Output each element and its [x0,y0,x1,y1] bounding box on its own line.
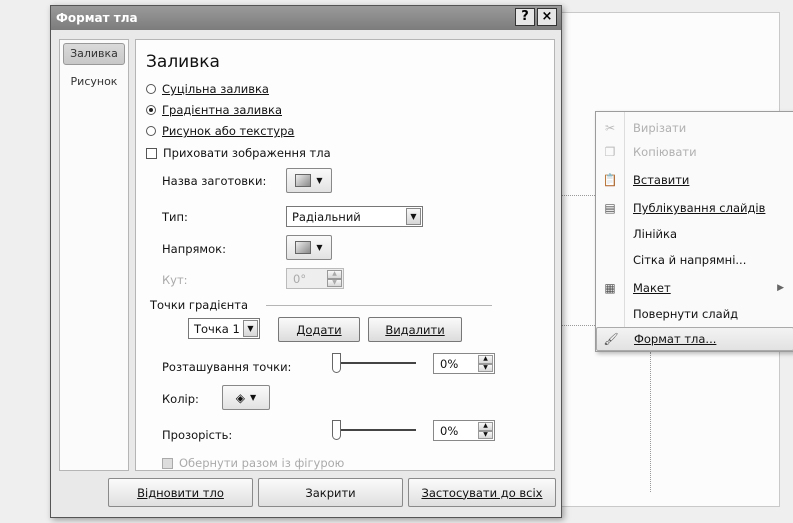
layout-icon: ▦ [604,281,616,295]
gradient-fill-option[interactable]: Градієнтна заливка [146,103,282,117]
hide-graphics-label: Приховати зображення тла [163,146,331,160]
slider-track [332,362,416,364]
fill-panel: Заливка Суцільна заливка Градієнтна зали… [135,39,555,471]
gradient-fill-label: Градієнтна заливка [162,103,283,117]
add-stop-button[interactable]: Додати [278,317,360,342]
rotate-with-shape-option[interactable]: Обернути разом із фігурою [162,456,344,470]
cut-icon: ✂ [604,121,616,135]
menu-item-ruler[interactable]: Лінійка [596,222,793,246]
context-menu: ✂ Вирізати ❐ Копіювати 📋 Вставити ▤ Публ… [595,111,793,352]
close-dialog-button[interactable]: Закрити [258,478,403,507]
transparency-spinner[interactable]: 0% ▲ ▼ [433,420,495,441]
category-nav: Заливка Рисунок [59,39,129,471]
preset-label: Назва заготовки: [162,174,267,188]
direction-preview-icon [295,241,312,254]
stop-position-spinner[interactable]: 0% ▲ ▼ [433,353,495,374]
stop-select[interactable]: Точка 1 ▼ [188,318,260,339]
chevron-right-icon: ▶ [777,283,784,293]
nav-item-picture[interactable]: Рисунок [60,71,128,93]
solid-fill-label: Суцільна заливка [162,82,269,96]
preset-picker[interactable]: ▼ [286,168,332,193]
solid-fill-radio[interactable] [146,84,156,94]
picture-fill-option[interactable]: Рисунок або текстура [146,124,294,138]
angle-label: Кут: [162,273,188,287]
menu-label: Повернути слайд [633,307,739,321]
transparency-value: 0% [440,423,459,438]
menu-item-cut[interactable]: ✂ Вирізати [596,116,793,140]
format-background-dialog: Формат тла ? × Заливка Рисунок Заливка С… [50,5,562,518]
group-divider [266,305,492,306]
menu-item-layout[interactable]: ▦ Макет ▶ [596,276,793,300]
publish-icon: ▤ [604,201,616,215]
remove-stop-button[interactable]: Видалити [368,317,462,342]
close-button[interactable]: × [537,8,557,26]
color-label: Колір: [162,392,199,406]
menu-item-paste[interactable]: 📋 Вставити [596,168,793,192]
apply-to-all-button[interactable]: Застосувати до всіх [408,478,556,507]
paint-bucket-icon: ◈ [235,390,246,405]
stop-position-value: 0% [440,356,459,371]
placeholder-outline [650,352,651,492]
panel-heading: Заливка [146,52,220,72]
menu-item-publish[interactable]: ▤ Публікування слайдів [596,196,793,220]
spin-buttons[interactable]: ▲ ▼ [478,422,493,439]
menu-item-reset-slide[interactable]: Повернути слайд [596,302,793,326]
menu-label: Вставити [633,173,690,187]
chevron-down-icon: ▼ [316,176,323,185]
color-picker-button[interactable]: ◈ ▼ [222,385,270,410]
chevron-down-icon: ▼ [250,393,257,402]
menu-item-copy[interactable]: ❐ Копіювати [596,140,793,164]
slider-thumb[interactable] [332,420,341,440]
spin-buttons[interactable]: ▲ ▼ [478,355,493,372]
copy-icon: ❐ [604,145,616,159]
chevron-down-icon: ▼ [316,243,323,252]
menu-label: Макет [633,281,671,295]
rotate-with-shape-checkbox[interactable] [162,457,173,469]
stop-select-value: Точка 1 [194,321,240,336]
spin-buttons[interactable]: ▲ ▼ [327,270,342,287]
direction-label: Напрямок: [162,242,226,256]
menu-item-grid[interactable]: Сітка й напрямні... [596,248,793,272]
menu-item-format-background[interactable]: 🖌 Формат тла... [596,327,793,351]
solid-fill-option[interactable]: Суцільна заливка [146,82,269,96]
paste-icon: 📋 [602,173,618,187]
chevron-down-icon[interactable]: ▼ [406,208,421,225]
menu-label: Сітка й напрямні... [633,253,747,267]
type-select[interactable]: Радіальний ▼ [286,206,423,227]
gradient-stops-title: Точки градієнта [150,298,249,312]
rotate-with-shape-label: Обернути разом із фігурою [179,456,345,470]
slider-track [332,429,416,431]
menu-label: Копіювати [633,145,697,159]
dialog-titlebar[interactable]: Формат тла ? × [51,6,561,30]
angle-spinner[interactable]: 0° ▲ ▼ [286,268,344,289]
chevron-down-icon[interactable]: ▼ [243,320,258,337]
gradient-preset-icon [295,174,312,187]
transparency-slider[interactable] [332,420,416,440]
hide-graphics-option[interactable]: Приховати зображення тла [146,146,331,160]
dialog-title: Формат тла [56,11,138,25]
format-bg-icon: 🖌 [603,332,619,346]
menu-label: Формат тла... [634,332,717,346]
type-label: Тип: [162,210,188,224]
angle-value: 0° [293,271,307,286]
picture-fill-label: Рисунок або текстура [162,124,295,138]
gradient-fill-radio[interactable] [146,105,156,115]
type-select-value: Радіальний [292,209,361,224]
menu-label: Публікування слайдів [633,201,766,215]
reset-background-button[interactable]: Відновити тло [108,478,253,507]
stop-position-label: Розташування точки: [162,360,292,374]
nav-item-fill[interactable]: Заливка [63,43,125,65]
direction-picker[interactable]: ▼ [286,235,332,260]
picture-fill-radio[interactable] [146,126,156,136]
menu-label: Лінійка [633,227,678,241]
hide-graphics-checkbox[interactable] [146,147,157,159]
help-button[interactable]: ? [515,8,535,26]
menu-label: Вирізати [633,121,687,135]
stop-position-slider[interactable] [332,353,416,373]
transparency-label: Прозорість: [162,428,233,442]
slider-thumb[interactable] [332,353,341,373]
